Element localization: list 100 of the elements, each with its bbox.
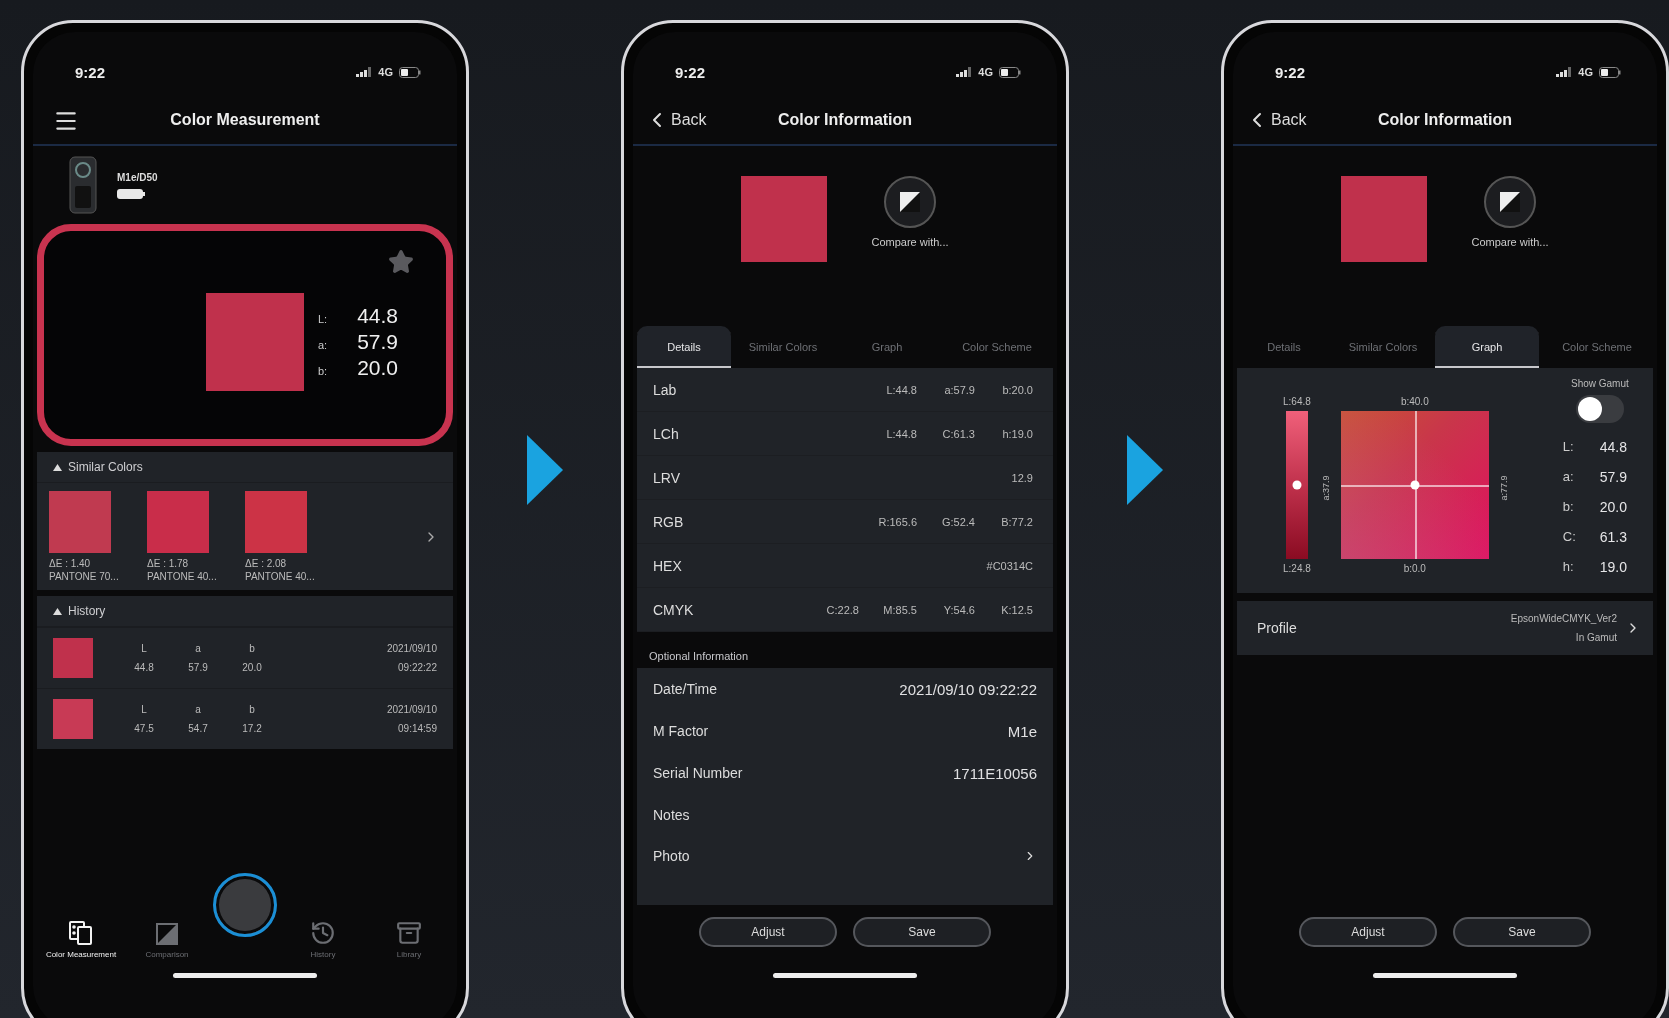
color-swatch[interactable] xyxy=(49,491,111,553)
row-label: HEX xyxy=(653,557,682,574)
gamut-status: In Gamut xyxy=(1575,632,1617,643)
screen-title: Color Measurement xyxy=(170,111,320,129)
row-label: RGB xyxy=(653,513,684,530)
row-value: h:19.0 xyxy=(1001,427,1033,440)
tab[interactable]: Graph xyxy=(835,326,939,368)
delta-e-value: ΔE : 2.08 xyxy=(245,558,288,569)
tab[interactable]: Similar Colors xyxy=(731,326,835,368)
profile-row[interactable]: Profile EpsonWideCMYK_Ver2 In Gamut xyxy=(1237,601,1653,655)
tab[interactable]: Details xyxy=(637,326,731,368)
row-label: M Factor xyxy=(653,723,709,739)
action-button[interactable]: Adjust xyxy=(699,917,837,947)
row-value: #C0314C xyxy=(986,559,1033,572)
column-label: b xyxy=(249,643,255,654)
compare-icon xyxy=(155,922,179,946)
value-number: 57.9 xyxy=(1599,469,1627,485)
row-value: Y:54.6 xyxy=(942,603,975,616)
back-button[interactable]: Back xyxy=(645,108,707,132)
status-time: 9:22 xyxy=(75,63,106,81)
action-button[interactable]: Save xyxy=(1453,917,1591,947)
back-button[interactable]: Back xyxy=(1245,108,1307,132)
row-label: Notes xyxy=(653,807,690,823)
next-arrow-icon xyxy=(527,435,563,505)
row-label: Lab xyxy=(653,381,677,398)
history-date: 2021/09/10 xyxy=(386,643,437,654)
axis-label: a:37.9 xyxy=(1320,475,1331,501)
value-label: L: xyxy=(1562,439,1575,455)
row-value: G:52.4 xyxy=(940,515,975,528)
gamut-toggle[interactable] xyxy=(1575,395,1624,423)
row-value: L:44.8 xyxy=(885,383,917,396)
signal-icon xyxy=(356,67,373,77)
compare-icon xyxy=(899,191,921,213)
axis-label: L:24.8 xyxy=(1283,563,1311,574)
nav-tab[interactable]: Library xyxy=(369,920,449,959)
photo-row[interactable]: Photo xyxy=(637,836,1053,876)
color-swatch[interactable] xyxy=(147,491,209,553)
signal-icon xyxy=(1556,67,1573,77)
row-value: 12.9 xyxy=(1010,471,1033,484)
color-swatch[interactable] xyxy=(53,638,93,678)
lightness-marker[interactable] xyxy=(1292,480,1302,490)
section-title: Optional Information xyxy=(649,650,749,662)
value-number: 19.0 xyxy=(1599,559,1627,575)
archive-icon xyxy=(396,920,422,946)
axis-label: b:0.0 xyxy=(1403,563,1426,574)
row-value: 2021/09/10 09:22:22 xyxy=(899,680,1037,698)
color-name: PANTONE 40... xyxy=(245,571,316,582)
row-label: Date/Time xyxy=(653,681,718,697)
history-date: 2021/09/10 xyxy=(386,704,437,715)
network-label: 4G xyxy=(1578,66,1593,78)
network-label: 4G xyxy=(378,66,393,78)
row-value: M1e xyxy=(1007,722,1037,740)
row-value: M:85.5 xyxy=(882,603,917,616)
value-number: 44.8 xyxy=(1599,439,1627,455)
nav-tab[interactable]: History xyxy=(283,920,363,959)
tab[interactable]: Details xyxy=(1237,326,1331,368)
compare-button[interactable]: Compare with... xyxy=(871,176,949,248)
tab[interactable]: Color Scheme xyxy=(1539,326,1655,368)
collapse-triangle-icon[interactable] xyxy=(53,607,62,615)
action-button[interactable]: Adjust xyxy=(1299,917,1437,947)
favorite-star-button[interactable] xyxy=(388,249,414,275)
row-value: b:20.0 xyxy=(1001,383,1033,396)
status-time: 9:22 xyxy=(675,63,706,81)
tab[interactable]: Color Scheme xyxy=(939,326,1055,368)
section-title: Similar Colors xyxy=(68,460,143,474)
column-value: 17.2 xyxy=(242,723,262,734)
row-label: LCh xyxy=(653,425,679,442)
row-value: 1711E10056 xyxy=(953,764,1037,782)
measurement-card[interactable]: L: 44.8 a: 57.9 b: 20.0 xyxy=(37,224,453,446)
value-label: C: xyxy=(1562,529,1576,545)
color-swatch[interactable] xyxy=(245,491,307,553)
column-label: a xyxy=(195,643,201,654)
tab[interactable]: Similar Colors xyxy=(1331,326,1435,368)
battery-icon xyxy=(117,188,145,199)
device-drawing xyxy=(69,156,97,214)
column-label: a xyxy=(195,704,201,715)
column-value: 57.9 xyxy=(188,662,208,673)
toggle-label: Show Gamut xyxy=(1570,378,1629,389)
screen-title: Color Information xyxy=(777,111,913,129)
compare-button[interactable]: Compare with... xyxy=(1471,176,1549,248)
battery-icon xyxy=(399,66,421,78)
value-number: 57.9 xyxy=(357,330,398,354)
row-value: K:12.5 xyxy=(1000,603,1033,616)
tab[interactable]: Graph xyxy=(1435,326,1539,368)
nav-tab[interactable]: Comparison xyxy=(127,922,207,959)
row-label: CMYK xyxy=(653,601,694,618)
value-label: L: xyxy=(317,313,328,325)
row-label: Serial Number xyxy=(653,765,743,781)
profile-name: EpsonWideCMYK_Ver2 xyxy=(1510,613,1617,624)
battery-icon xyxy=(999,66,1021,78)
collapse-triangle-icon[interactable] xyxy=(53,463,62,471)
row-label: LRV xyxy=(653,469,680,486)
value-label: a: xyxy=(317,339,328,351)
row-value: C:22.8 xyxy=(825,603,859,616)
status-time: 9:22 xyxy=(1275,63,1306,81)
next-arrow-icon xyxy=(1127,435,1163,505)
nav-tab[interactable]: Color Measurement xyxy=(41,920,121,959)
value-number: 20.0 xyxy=(357,356,398,380)
action-button[interactable]: Save xyxy=(853,917,991,947)
color-swatch[interactable] xyxy=(53,699,93,739)
